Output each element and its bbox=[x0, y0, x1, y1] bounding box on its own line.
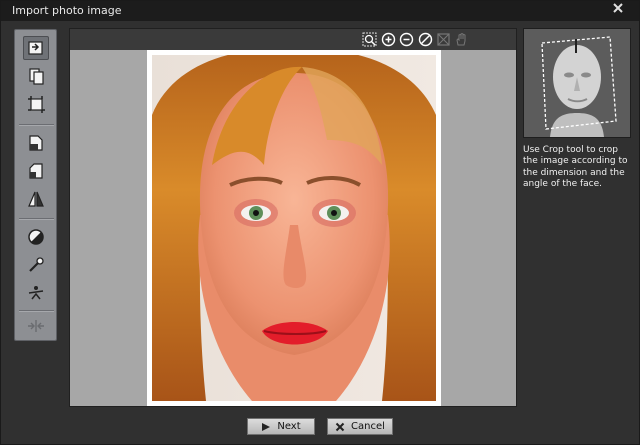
crop-hint-image bbox=[523, 28, 631, 138]
fit-window-icon bbox=[437, 33, 450, 46]
viewer-toolbar bbox=[70, 29, 516, 50]
rotate-right-icon bbox=[29, 163, 43, 179]
window-title: Import photo image bbox=[12, 4, 122, 17]
zoom-reset-button[interactable] bbox=[418, 32, 433, 47]
zoom-in-button[interactable] bbox=[381, 32, 396, 47]
portrait-photo[interactable] bbox=[152, 55, 436, 401]
import-photo-window: Import photo image Use Crop tool to crop… bbox=[0, 0, 640, 445]
title-bar: Import photo image bbox=[1, 1, 639, 21]
crop-hint-text: Use Crop tool to crop the image accordin… bbox=[523, 145, 628, 190]
paste-photo-icon bbox=[29, 68, 44, 85]
level-balance-icon bbox=[28, 286, 44, 300]
close-button[interactable] bbox=[611, 1, 625, 15]
toolbar-divider bbox=[19, 124, 54, 126]
close-icon bbox=[613, 3, 623, 13]
eyedropper-icon bbox=[29, 257, 44, 272]
toolbar-divider bbox=[19, 218, 54, 220]
tool-palette bbox=[14, 29, 57, 341]
cancel-x-icon bbox=[335, 422, 345, 431]
fit-window-button[interactable] bbox=[436, 32, 451, 47]
flip-tool[interactable] bbox=[23, 187, 49, 211]
level-balance-tool[interactable] bbox=[23, 280, 49, 304]
rotate-right-tool[interactable] bbox=[23, 159, 49, 183]
play-arrow-icon bbox=[262, 422, 271, 431]
zoom-out-button[interactable] bbox=[399, 32, 414, 47]
rotate-left-icon bbox=[29, 135, 43, 151]
paste-photo-tool[interactable] bbox=[23, 64, 49, 88]
zoom-in-icon bbox=[381, 32, 396, 47]
cancel-button-label: Cancel bbox=[351, 421, 385, 432]
zoom-reset-icon bbox=[418, 32, 433, 47]
cancel-button[interactable]: Cancel bbox=[327, 418, 393, 435]
next-button-label: Next bbox=[277, 421, 301, 432]
compare-icon bbox=[28, 320, 44, 332]
portrait-image bbox=[152, 55, 436, 401]
head-model-image bbox=[524, 29, 630, 137]
next-button[interactable]: Next bbox=[247, 418, 315, 435]
image-viewer[interactable] bbox=[69, 28, 517, 407]
contrast-icon bbox=[28, 229, 44, 245]
photo-frame bbox=[147, 50, 441, 406]
zoom-fit-icon bbox=[362, 32, 377, 47]
crop-tool[interactable] bbox=[23, 92, 49, 116]
zoom-fit-button[interactable] bbox=[362, 32, 377, 47]
eyedropper-tool[interactable] bbox=[23, 253, 49, 277]
zoom-out-icon bbox=[399, 32, 414, 47]
pan-button[interactable] bbox=[454, 32, 469, 47]
toolbar-divider bbox=[19, 310, 54, 312]
rotate-left-tool[interactable] bbox=[23, 131, 49, 155]
crop-icon bbox=[28, 96, 45, 113]
compare-tool[interactable] bbox=[23, 314, 49, 338]
import-photo-icon bbox=[28, 41, 43, 55]
import-photo-tool[interactable] bbox=[23, 36, 49, 60]
hand-pan-icon bbox=[456, 32, 466, 46]
flip-icon bbox=[28, 191, 44, 207]
contrast-tool[interactable] bbox=[23, 225, 49, 249]
